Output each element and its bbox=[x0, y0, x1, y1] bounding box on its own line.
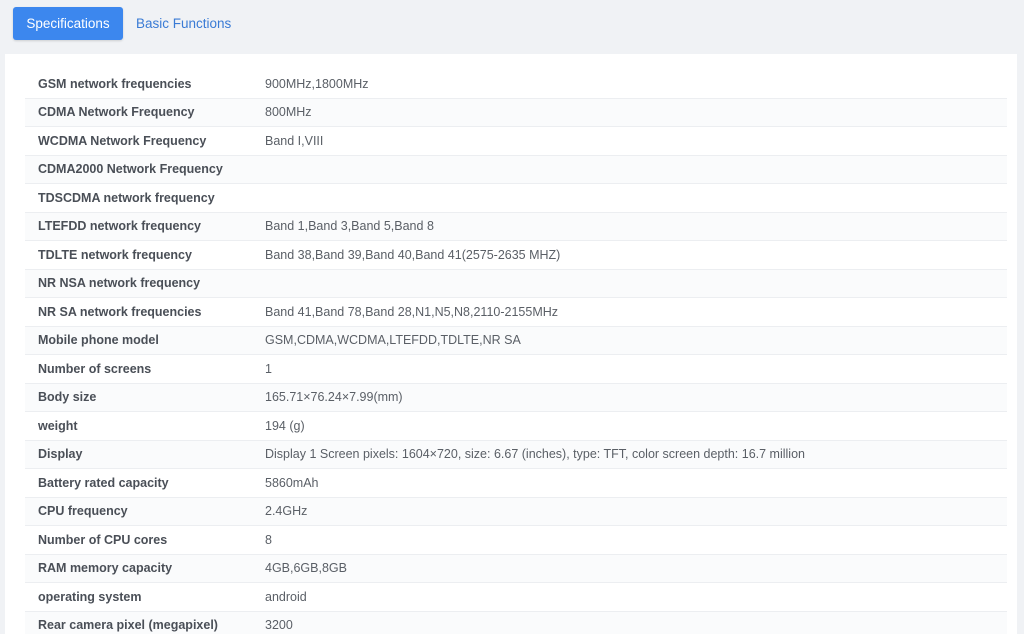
spec-row: Number of screens 1 bbox=[25, 355, 1007, 384]
spec-row: Rear camera pixel (megapixel) 3200 bbox=[25, 611, 1007, 634]
spec-value: 3200 bbox=[265, 618, 293, 633]
spec-label: CDMA2000 Network Frequency bbox=[38, 162, 223, 177]
spec-row: Number of CPU cores 8 bbox=[25, 526, 1007, 555]
spec-value: Band 38,Band 39,Band 40,Band 41(2575-263… bbox=[265, 247, 561, 262]
spec-row: Mobile phone model GSM,CDMA,WCDMA,LTEFDD… bbox=[25, 326, 1007, 355]
spec-row: NR NSA network frequency bbox=[25, 269, 1007, 298]
spec-value: 1 bbox=[265, 361, 272, 376]
spec-row: WCDMA Network Frequency Band I,VIII bbox=[25, 127, 1007, 156]
tab-bar: Specifications Basic Functions bbox=[0, 0, 1024, 54]
spec-label: Number of CPU cores bbox=[38, 532, 168, 547]
spec-row: GSM network frequencies 900MHz,1800MHz bbox=[25, 70, 1007, 99]
spec-value: 5860mAh bbox=[265, 475, 319, 490]
spec-value: Band I,VIII bbox=[265, 133, 324, 148]
spec-row: weight 194 (g) bbox=[25, 412, 1007, 441]
spec-label: Rear camera pixel (megapixel) bbox=[38, 618, 218, 633]
spec-label: Battery rated capacity bbox=[38, 475, 169, 490]
spec-row: CPU frequency 2.4GHz bbox=[25, 497, 1007, 526]
specifications-panel: GSM network frequencies 900MHz,1800MHz C… bbox=[5, 54, 1017, 634]
spec-row: NR SA network frequencies Band 41,Band 7… bbox=[25, 298, 1007, 327]
spec-label: TDSCDMA network frequency bbox=[38, 190, 215, 205]
spec-label: weight bbox=[38, 418, 78, 433]
spec-label: CPU frequency bbox=[38, 504, 128, 519]
spec-row: Body size 165.71×76.24×7.99(mm) bbox=[25, 383, 1007, 412]
spec-label: GSM network frequencies bbox=[38, 76, 192, 91]
spec-value: 4GB,6GB,8GB bbox=[265, 561, 347, 576]
spec-label: Body size bbox=[38, 390, 97, 405]
spec-row: TDLTE network frequency Band 38,Band 39,… bbox=[25, 241, 1007, 270]
spec-label: NR SA network frequencies bbox=[38, 304, 202, 319]
spec-value: 194 (g) bbox=[265, 418, 305, 433]
spec-row: RAM memory capacity 4GB,6GB,8GB bbox=[25, 554, 1007, 583]
spec-table: GSM network frequencies 900MHz,1800MHz C… bbox=[25, 70, 1007, 634]
spec-value: 8 bbox=[265, 532, 272, 547]
spec-label: WCDMA Network Frequency bbox=[38, 133, 207, 148]
spec-label: RAM memory capacity bbox=[38, 561, 173, 576]
spec-value: 800MHz bbox=[265, 105, 312, 120]
spec-row: operating system android bbox=[25, 583, 1007, 612]
spec-label: CDMA Network Frequency bbox=[38, 105, 195, 120]
spec-label: operating system bbox=[38, 589, 142, 604]
spec-label: Mobile phone model bbox=[38, 333, 159, 348]
tab-specifications[interactable]: Specifications bbox=[13, 7, 123, 40]
spec-row: Battery rated capacity 5860mAh bbox=[25, 469, 1007, 498]
spec-value: 165.71×76.24×7.99(mm) bbox=[265, 390, 403, 405]
spec-row: CDMA2000 Network Frequency bbox=[25, 155, 1007, 184]
spec-value: 900MHz,1800MHz bbox=[265, 76, 369, 91]
spec-value: Band 41,Band 78,Band 28,N1,N5,N8,2110-21… bbox=[265, 304, 559, 319]
spec-row: Display Display 1 Screen pixels: 1604×72… bbox=[25, 440, 1007, 469]
spec-value: Band 1,Band 3,Band 5,Band 8 bbox=[265, 219, 434, 234]
spec-value: android bbox=[265, 589, 307, 604]
spec-value: GSM,CDMA,WCDMA,LTEFDD,TDLTE,NR SA bbox=[265, 333, 521, 348]
spec-label: TDLTE network frequency bbox=[38, 247, 192, 262]
spec-label: NR NSA network frequency bbox=[38, 276, 201, 291]
tab-basic-functions[interactable]: Basic Functions bbox=[122, 7, 245, 40]
spec-label: Number of screens bbox=[38, 361, 152, 376]
spec-row: TDSCDMA network frequency bbox=[25, 184, 1007, 213]
spec-value: 2.4GHz bbox=[265, 504, 308, 519]
spec-row: CDMA Network Frequency 800MHz bbox=[25, 98, 1007, 127]
spec-label: LTEFDD network frequency bbox=[38, 219, 201, 234]
spec-label: Display bbox=[38, 447, 83, 462]
spec-row: LTEFDD network frequency Band 1,Band 3,B… bbox=[25, 212, 1007, 241]
spec-value: Display 1 Screen pixels: 1604×720, size:… bbox=[265, 447, 805, 462]
